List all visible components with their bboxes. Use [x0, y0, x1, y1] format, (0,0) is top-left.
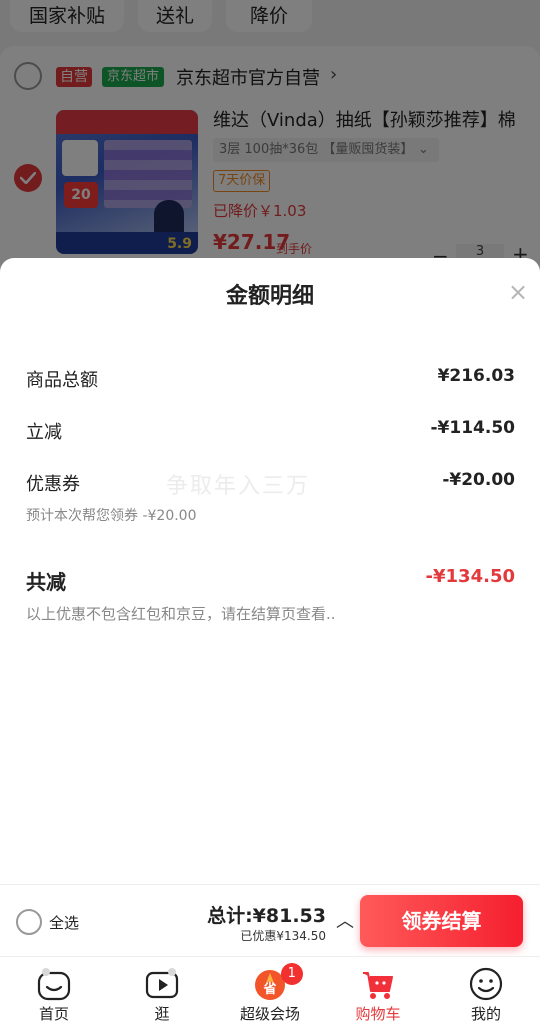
- coupon-note: 预计本次帮您领券 -¥20.00: [26, 508, 197, 524]
- tab-cart-label: 购物车: [355, 1005, 401, 1023]
- cart-total: 总计:¥81.53: [207, 905, 326, 927]
- svg-text:省: 省: [262, 981, 276, 997]
- select-all-radio[interactable]: [16, 909, 42, 935]
- profile-icon: [469, 967, 503, 1001]
- coupon-value: -¥20.00: [442, 470, 515, 490]
- coupon-label: 优惠券: [26, 474, 80, 495]
- tab-browse[interactable]: 逛: [108, 957, 216, 1031]
- watermark-text: 争取年入三万: [166, 474, 311, 499]
- total-discount-value: -¥134.50: [425, 566, 515, 587]
- total-discount-label: 共减: [26, 570, 66, 594]
- tab-super-venue-label: 超级会场: [239, 1005, 300, 1023]
- venue-badge: 1: [280, 963, 303, 985]
- bottom-tab-bar: 首页 逛 省 1 超级会场 购物车 我的: [0, 956, 540, 1031]
- home-icon: [37, 968, 71, 1001]
- tab-browse-label: 逛: [154, 1005, 170, 1023]
- cart-saved-amount: 已优惠¥134.50: [240, 929, 326, 943]
- goods-total-label: 商品总额: [26, 370, 98, 391]
- select-all-label[interactable]: 全选: [49, 912, 79, 933]
- checkout-button[interactable]: 领券结算: [360, 895, 523, 947]
- discount-disclaimer: 以上优惠不包含红包和京豆，请在结算页查看..: [26, 605, 336, 623]
- cart-icon: [363, 972, 393, 999]
- checkout-bar: 全选 总计:¥81.53 已优惠¥134.50 ︿ 领券结算: [0, 884, 540, 956]
- video-icon: [145, 968, 179, 999]
- tab-profile-label: 我的: [470, 1005, 501, 1023]
- goods-total-value: ¥216.03: [437, 366, 515, 386]
- close-icon[interactable]: ×: [504, 278, 532, 306]
- tab-home-label: 首页: [38, 1005, 69, 1023]
- tab-cart[interactable]: 购物车: [324, 957, 432, 1031]
- tab-profile[interactable]: 我的: [432, 957, 540, 1031]
- tab-home[interactable]: 首页: [0, 957, 108, 1031]
- tab-super-venue[interactable]: 省 1 超级会场: [216, 957, 324, 1031]
- instant-discount-label: 立减: [26, 422, 62, 443]
- chevron-up-icon[interactable]: ︿: [336, 907, 354, 933]
- instant-discount-value: -¥114.50: [430, 418, 516, 438]
- sheet-title: 金额明细: [225, 284, 314, 309]
